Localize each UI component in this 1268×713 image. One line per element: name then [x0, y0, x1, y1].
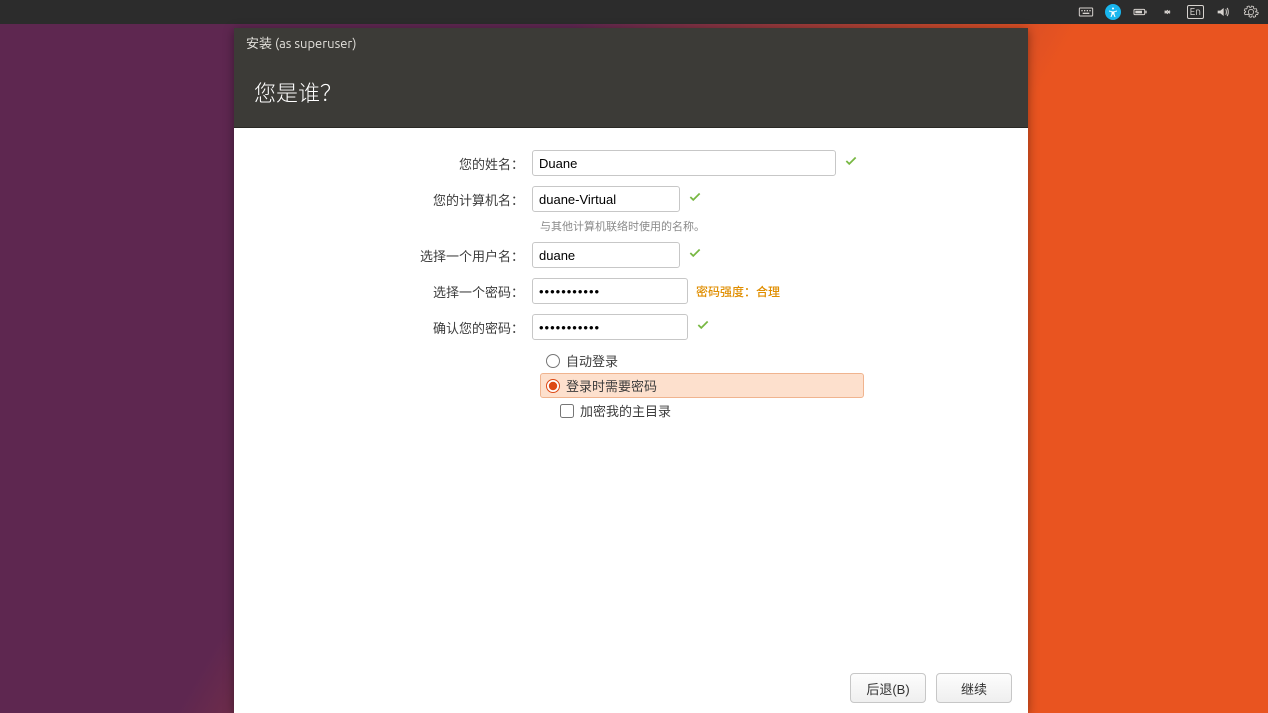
- check-icon: [688, 190, 702, 208]
- checkbox-encrypt-home-label: 加密我的主目录: [580, 401, 671, 420]
- confirm-password-input[interactable]: [532, 314, 688, 340]
- user-label: 选择一个用户名：: [258, 246, 532, 265]
- radio-require-password-input[interactable]: [546, 379, 560, 393]
- dialog-footer: 后退(B) 继续: [234, 663, 1028, 713]
- installer-dialog: 安装 (as superuser) 您是谁？ 您的姓名： 您的计算机名： 与其他…: [234, 28, 1028, 713]
- accessibility-icon[interactable]: [1105, 4, 1121, 20]
- continue-button[interactable]: 继续: [936, 673, 1012, 703]
- confirm-label: 确认您的密码：: [258, 318, 532, 337]
- input-method-indicator[interactable]: En: [1187, 5, 1204, 19]
- radio-require-password-label: 登录时需要密码: [566, 376, 657, 395]
- check-icon: [688, 246, 702, 264]
- radio-auto-login[interactable]: 自动登录: [540, 348, 1004, 373]
- form-content: 您的姓名： 您的计算机名： 与其他计算机联络时使用的名称。 选择一个用户名： 选…: [234, 128, 1028, 663]
- window-title: 安装 (as superuser): [246, 33, 356, 52]
- name-label: 您的姓名：: [258, 154, 532, 173]
- sound-icon[interactable]: [1214, 3, 1232, 21]
- page-heading: 您是谁？: [234, 56, 1028, 128]
- checkbox-encrypt-home[interactable]: 加密我的主目录: [540, 398, 1004, 423]
- network-icon[interactable]: [1159, 3, 1177, 21]
- radio-auto-login-label: 自动登录: [566, 351, 618, 370]
- radio-auto-login-input[interactable]: [546, 354, 560, 368]
- top-menubar: En: [0, 0, 1268, 24]
- host-label: 您的计算机名：: [258, 190, 532, 209]
- battery-icon[interactable]: [1131, 3, 1149, 21]
- keyboard-icon[interactable]: [1077, 3, 1095, 21]
- password-label: 选择一个密码：: [258, 282, 532, 301]
- back-button[interactable]: 后退(B): [850, 673, 926, 703]
- name-input[interactable]: [532, 150, 836, 176]
- password-strength: 密码强度：合理: [696, 283, 780, 300]
- heading-text: 您是谁？: [254, 76, 342, 108]
- username-input[interactable]: [532, 242, 680, 268]
- checkbox-encrypt-home-input[interactable]: [560, 404, 574, 418]
- window-titlebar: 安装 (as superuser): [234, 28, 1028, 56]
- host-hint: 与其他计算机联络时使用的名称。: [540, 218, 1004, 234]
- gear-icon[interactable]: [1242, 3, 1260, 21]
- radio-require-password[interactable]: 登录时需要密码: [540, 373, 864, 398]
- check-icon: [844, 154, 858, 172]
- check-icon: [696, 318, 710, 336]
- hostname-input[interactable]: [532, 186, 680, 212]
- password-input[interactable]: [532, 278, 688, 304]
